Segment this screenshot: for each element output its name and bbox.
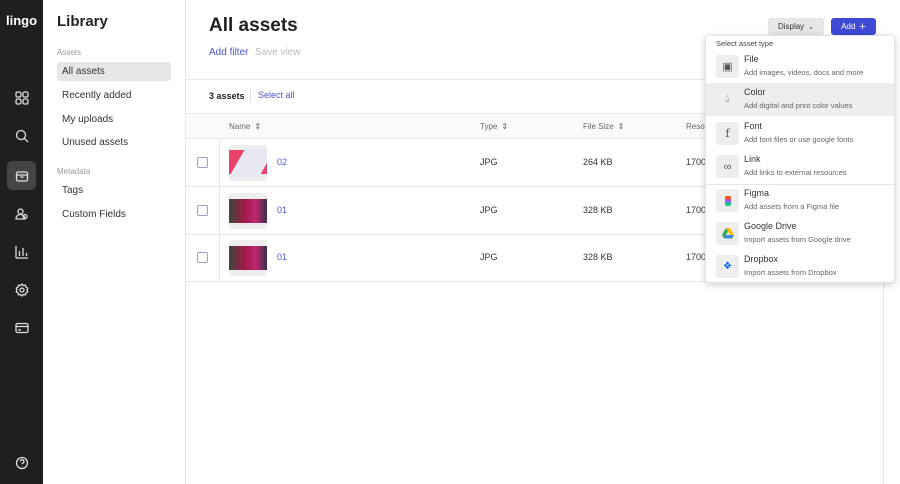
asset-thumbnail[interactable] — [229, 193, 267, 229]
option-desc: Add images, videos, docs and more — [744, 68, 864, 77]
option-title: Color — [744, 87, 766, 97]
option-file[interactable]: ▣ File Add images, videos, docs and more — [706, 50, 894, 83]
row-checkbox[interactable] — [197, 205, 208, 216]
option-google-drive[interactable]: Google Drive Import assets from Google dr… — [706, 217, 894, 250]
sidebar-item-my-uploads[interactable]: My uploads — [57, 110, 171, 129]
sidebar-item-tags[interactable]: Tags — [57, 181, 171, 200]
users-icon — [14, 207, 28, 220]
nav-rail: lingo — [0, 0, 43, 484]
nav-help[interactable] — [7, 448, 36, 477]
select-all-link[interactable]: Select all — [258, 90, 295, 100]
column-label: Resol — [686, 121, 707, 131]
sort-icon: ⇕ — [501, 121, 509, 131]
asset-count: 3 assets — [209, 91, 245, 101]
nav-settings[interactable] — [7, 275, 36, 304]
chevron-down-icon: ⌄ — [808, 23, 815, 31]
option-title: Figma — [744, 188, 770, 198]
google-drive-icon — [716, 222, 739, 245]
divider — [250, 89, 251, 102]
plus-icon: + — [859, 20, 866, 33]
option-desc: Add links to external resources — [744, 168, 847, 177]
bar-chart-icon — [14, 245, 28, 259]
column-label: Type — [480, 121, 498, 131]
row-checkbox[interactable] — [197, 157, 208, 168]
asset-size: 328 KB — [583, 252, 613, 262]
asset-type: JPG — [480, 157, 498, 167]
option-desc: Add font files or use google fonts — [744, 135, 854, 144]
section-assets-label: Assets — [57, 48, 82, 57]
dropbox-icon: ❖ — [716, 255, 739, 278]
asset-name-link[interactable]: 01 — [277, 252, 287, 262]
droplet-icon: 💧︎ — [725, 93, 730, 105]
library-panel: Library Assets All assets Recently added… — [43, 0, 186, 484]
option-color[interactable]: 💧︎ Color Add digital and print color value… — [706, 83, 894, 116]
asset-thumbnail[interactable] — [229, 240, 267, 276]
credit-card-icon — [14, 322, 29, 333]
asset-type: JPG — [480, 252, 498, 262]
option-title: Dropbox — [744, 254, 779, 264]
option-title: Link — [744, 154, 761, 164]
row-checkbox[interactable] — [197, 252, 208, 263]
option-dropbox[interactable]: ❖ Dropbox Import assets from Dropbox — [706, 250, 894, 283]
sidebar-item-all-assets[interactable]: All assets — [57, 62, 171, 81]
column-type[interactable]: Type ⇕ — [480, 113, 508, 139]
option-desc: Import assets from Dropbox — [744, 268, 837, 277]
column-label: Name — [229, 121, 251, 131]
section-metadata-label: Metadata — [57, 167, 91, 176]
asset-resolution: 1700 — [686, 252, 707, 262]
sidebar-item-recently-added[interactable]: Recently added — [57, 86, 171, 105]
column-resolution[interactable]: Resol — [686, 113, 706, 139]
asset-resolution: 1700 — [686, 205, 707, 215]
option-desc: Import assets from Google drive — [744, 235, 851, 244]
option-figma[interactable]: Figma Add assets from a Figma file — [706, 184, 894, 217]
sidebar-item-unused-assets[interactable]: Unused assets — [57, 133, 171, 152]
add-label: Add — [841, 22, 856, 31]
asset-name-link[interactable]: 02 — [277, 157, 287, 167]
asset-type: JPG — [480, 205, 498, 215]
column-name[interactable]: Name ⇕ — [229, 113, 261, 139]
figma-icon — [716, 189, 739, 212]
add-asset-dropdown: Select asset type ▣ File Add images, video… — [705, 35, 895, 283]
display-button[interactable]: Display ⌄ — [768, 18, 824, 35]
help-icon — [15, 456, 28, 469]
logo[interactable]: lingo — [0, 13, 43, 28]
nav-search[interactable] — [7, 121, 36, 150]
archive-icon — [15, 170, 28, 182]
link-icon: ∞ — [716, 155, 739, 178]
option-desc: Add digital and print color values — [744, 101, 853, 110]
gear-icon — [14, 282, 29, 297]
column-label: File Size — [583, 121, 614, 131]
grid-icon — [14, 90, 29, 105]
display-label: Display — [777, 22, 805, 31]
option-title: File — [744, 54, 759, 64]
option-title: Font — [744, 121, 763, 131]
asset-thumbnail[interactable] — [229, 145, 267, 181]
asset-name-link[interactable]: 01 — [277, 205, 287, 215]
asset-size: 328 KB — [583, 205, 613, 215]
option-desc: Add assets from a Figma file — [744, 202, 840, 211]
nav-billing[interactable] — [7, 313, 36, 342]
nav-users[interactable] — [7, 199, 36, 228]
page-title: All assets — [209, 15, 298, 36]
search-icon — [15, 129, 28, 142]
nav-dashboard[interactable] — [7, 83, 36, 112]
sidebar-item-custom-fields[interactable]: Custom Fields — [57, 205, 171, 224]
column-file-size[interactable]: File Size ⇕ — [583, 113, 624, 139]
asset-size: 264 KB — [583, 157, 613, 167]
option-font[interactable]: f Font Add font files or use google fonts — [706, 117, 894, 150]
save-view-link[interactable]: Save view — [255, 47, 301, 58]
option-title: Google Drive — [744, 221, 797, 231]
library-title: Library — [57, 13, 108, 30]
add-filter-link[interactable]: Add filter — [209, 47, 248, 58]
image-icon: ▣ — [716, 55, 739, 78]
sort-icon: ⇕ — [254, 121, 262, 131]
sort-icon: ⇕ — [617, 121, 625, 131]
add-button[interactable]: Add + — [831, 18, 876, 35]
nav-analytics[interactable] — [7, 237, 36, 266]
dropdown-heading: Select asset type — [716, 39, 774, 48]
font-icon: f — [716, 122, 739, 145]
option-link[interactable]: ∞ Link Add links to external resources — [706, 150, 894, 183]
asset-resolution: 1700 — [686, 157, 707, 167]
nav-library[interactable] — [7, 161, 36, 190]
